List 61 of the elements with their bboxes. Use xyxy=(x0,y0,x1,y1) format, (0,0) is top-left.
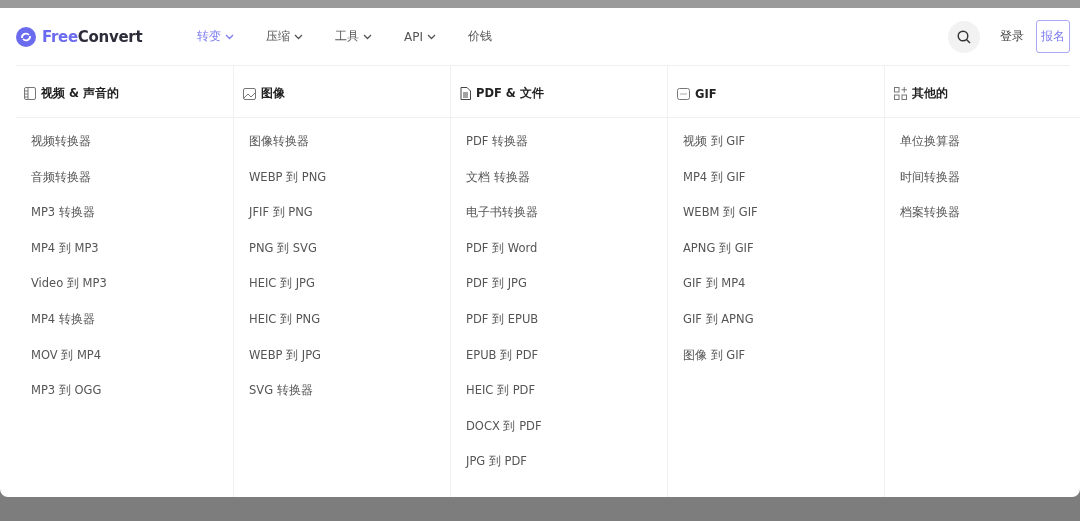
logo-icon xyxy=(16,26,36,47)
menu-link[interactable]: 图像转换器 xyxy=(249,132,450,151)
menu-link[interactable]: HEIC 到 JPG xyxy=(249,274,450,293)
grid-icon xyxy=(894,87,907,100)
menu-link[interactable]: 视频 到 GIF xyxy=(683,132,884,151)
column-heading: 视频 & 声音的 xyxy=(41,86,120,101)
column-heading: GIF xyxy=(695,86,717,101)
image-icon xyxy=(243,87,256,100)
menu-link[interactable]: PNG 到 SVG xyxy=(249,238,450,258)
menu-link[interactable]: GIF 到 MP4 xyxy=(683,274,884,293)
menu-link[interactable]: WEBM 到 GIF xyxy=(683,203,884,222)
menu-link[interactable]: APNG 到 GIF xyxy=(683,238,884,258)
menu-link[interactable]: MP3 转换器 xyxy=(31,203,233,222)
menu-link[interactable]: JPG 到 PDF xyxy=(466,452,667,471)
column-heading: PDF & 文件 xyxy=(476,86,544,101)
nav-link[interactable]: 工具 xyxy=(335,28,372,45)
menu-link[interactable]: 图像 到 GIF xyxy=(683,345,884,365)
nav-link[interactable]: 转变 xyxy=(197,28,234,45)
menu-link[interactable]: EPUB 到 PDF xyxy=(466,345,667,365)
menu-link[interactable]: 电子书转换器 xyxy=(466,203,667,222)
nav-link[interactable]: 价钱 xyxy=(468,28,492,45)
menu-link[interactable]: WEBP 到 PNG xyxy=(249,167,450,187)
chevron-down-icon xyxy=(225,33,234,40)
menu-link[interactable]: SVG 转换器 xyxy=(249,381,450,400)
menu-link[interactable]: HEIC 到 PNG xyxy=(249,309,450,329)
menu-link[interactable]: JFIF 到 PNG xyxy=(249,203,450,222)
nav-link[interactable]: API xyxy=(404,29,436,44)
menu-link[interactable]: MP4 到 GIF xyxy=(683,167,884,187)
film-icon xyxy=(24,87,36,100)
login-link[interactable]: 登录 xyxy=(1000,28,1024,45)
logo-text[interactable]: FreeConvert xyxy=(42,27,143,46)
chevron-down-icon xyxy=(294,33,303,40)
menu-link[interactable]: MOV 到 MP4 xyxy=(31,345,233,365)
search-icon xyxy=(957,29,971,44)
document-icon xyxy=(460,87,471,100)
column-heading: 其他的 xyxy=(912,86,948,101)
menu-link[interactable]: GIF 到 APNG xyxy=(683,309,884,329)
menu-link[interactable]: 档案转换器 xyxy=(900,203,1080,222)
menu-link[interactable]: MP4 到 MP3 xyxy=(31,238,233,258)
menu-link[interactable]: 音频转换器 xyxy=(31,167,233,187)
menu-link[interactable]: MP3 到 OGG xyxy=(31,381,233,400)
signup-button[interactable]: 报名 xyxy=(1036,20,1070,53)
gif-file-icon xyxy=(677,87,690,100)
nav-link[interactable]: 压缩 xyxy=(266,28,303,45)
menu-link[interactable]: PDF 到 EPUB xyxy=(466,309,667,329)
menu-link[interactable]: DOCX 到 PDF xyxy=(466,416,667,436)
search-button[interactable] xyxy=(948,20,980,53)
menu-link[interactable]: PDF 到 Word xyxy=(466,238,667,258)
column-heading: 图像 xyxy=(261,86,285,101)
menu-link[interactable]: 视频转换器 xyxy=(31,132,233,151)
menu-link[interactable]: 时间转换器 xyxy=(900,167,1080,187)
menu-link[interactable]: PDF 到 JPG xyxy=(466,274,667,293)
menu-link[interactable]: MP4 转换器 xyxy=(31,309,233,329)
chevron-down-icon xyxy=(427,33,436,40)
menu-link[interactable]: Video 到 MP3 xyxy=(31,274,233,293)
menu-link[interactable]: WEBP 到 JPG xyxy=(249,345,450,365)
menu-link[interactable]: 文档 转换器 xyxy=(466,167,667,187)
menu-link[interactable]: PDF 转换器 xyxy=(466,132,667,151)
chevron-down-icon xyxy=(363,33,372,40)
menu-link[interactable]: HEIC 到 PDF xyxy=(466,381,667,400)
menu-link[interactable]: 单位换算器 xyxy=(900,132,1080,151)
